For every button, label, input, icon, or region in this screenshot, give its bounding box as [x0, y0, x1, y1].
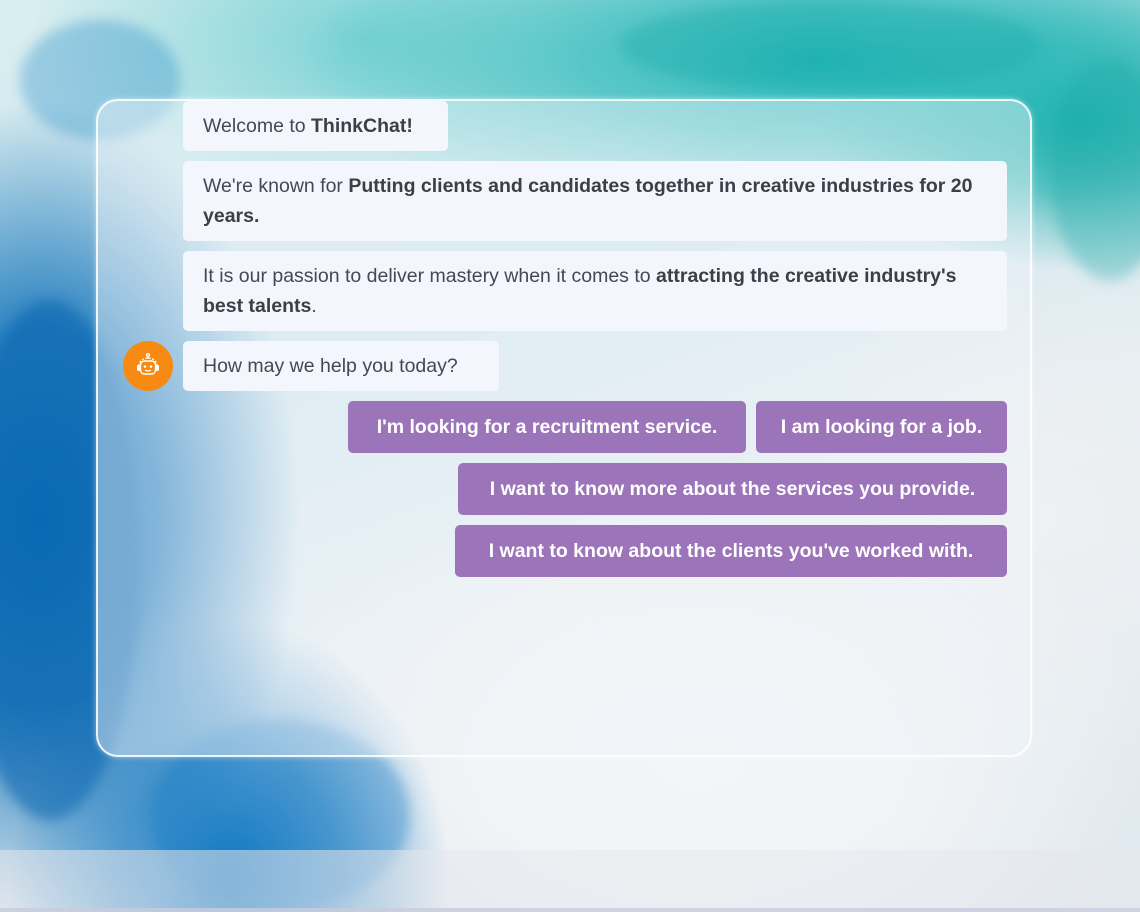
bot-avatar — [123, 341, 173, 391]
message-text: How may we help you today? — [203, 355, 458, 377]
choice-looking-for-job-button[interactable]: I am looking for a job. — [756, 401, 1007, 453]
message-passion: It is our passion to deliver mastery whe… — [183, 251, 1007, 331]
message-emphasis: ThinkChat! — [311, 115, 413, 137]
bottom-divider — [0, 908, 1140, 912]
choice-clients-info-button[interactable]: I want to know about the clients you've … — [455, 525, 1007, 577]
choice-recruitment-service-button[interactable]: I'm looking for a recruitment service. — [348, 401, 746, 453]
message-suffix: . — [311, 295, 317, 317]
message-known-for: We're known for Putting clients and cand… — [183, 161, 1007, 241]
message-text: Welcome to — [203, 115, 312, 137]
message-text: It is our passion to deliver mastery whe… — [203, 265, 657, 287]
message-text: We're known for — [203, 175, 349, 197]
choice-services-info-button[interactable]: I want to know more about the services y… — [458, 463, 1007, 515]
robot-icon — [137, 352, 159, 375]
message-help-prompt: How may we help you today? — [183, 341, 499, 391]
bottom-bar — [0, 850, 1140, 912]
message-welcome: Welcome to ThinkChat! — [183, 101, 448, 151]
